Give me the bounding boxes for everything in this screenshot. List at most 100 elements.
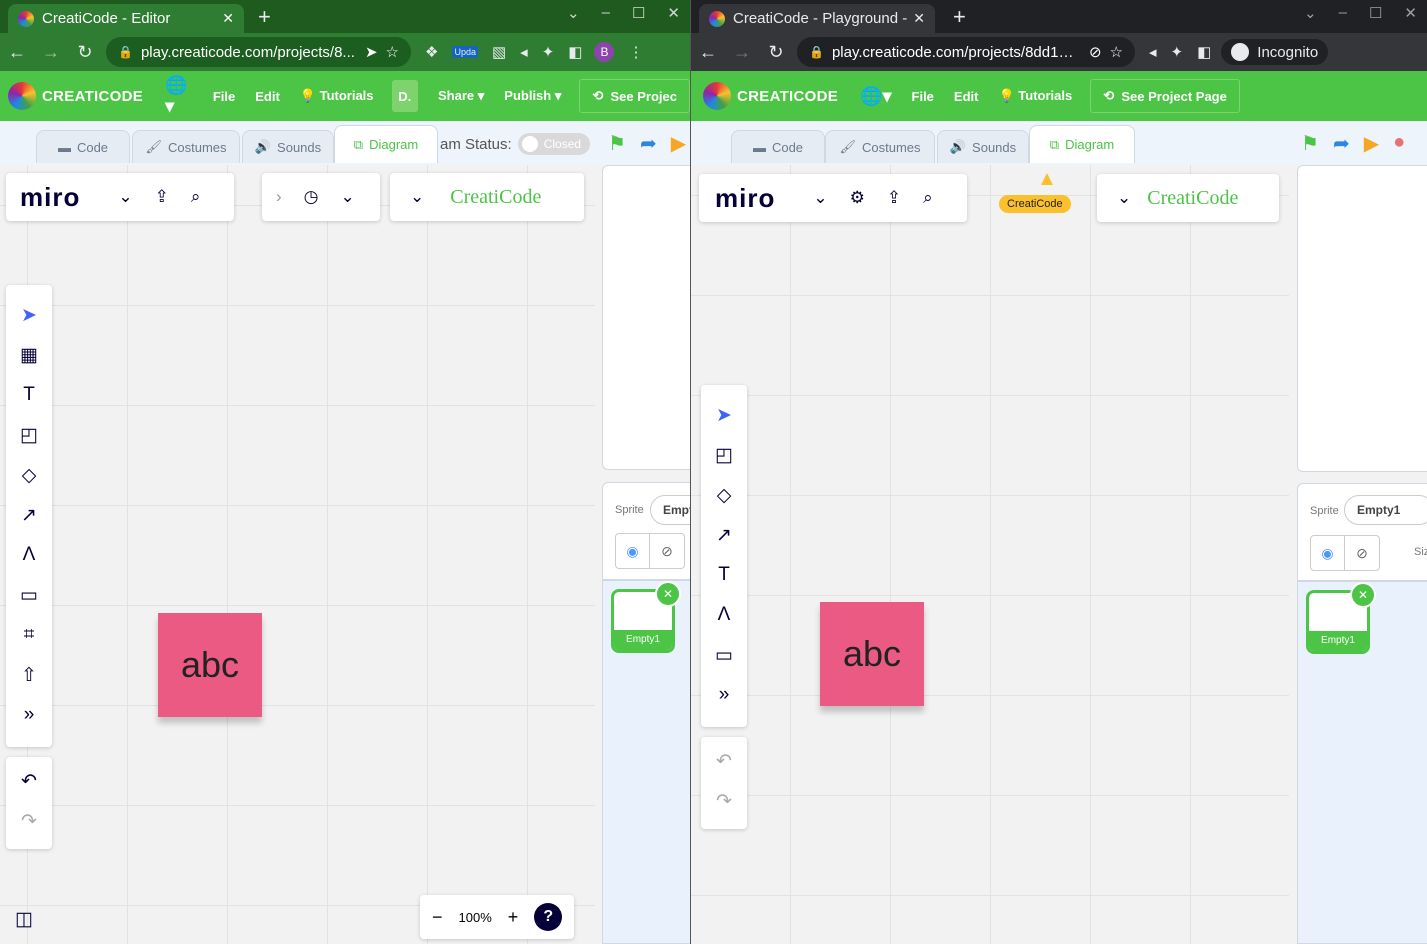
tab-diagram[interactable]: ⧉ Diagram (1029, 125, 1135, 163)
back-icon[interactable]: ← (691, 42, 725, 63)
incognito-badge[interactable]: Incognito (1221, 39, 1329, 65)
timer-icon[interactable]: ◷ (304, 187, 319, 207)
chevron-down-icon-2[interactable]: ⌄ (1117, 188, 1131, 208)
text-tool-icon[interactable]: T (704, 555, 744, 595)
board-panel-icon[interactable]: ◫ (4, 899, 44, 939)
green-flag-icon[interactable]: ⚑ (1301, 131, 1319, 156)
search-icon[interactable]: ⌕ (923, 188, 933, 208)
text-tool-icon[interactable]: T (9, 375, 49, 415)
comment-icon[interactable]: ▭ (9, 575, 49, 615)
extension-icon-2[interactable]: ▧ (492, 43, 506, 61)
back-icon[interactable]: ← (0, 42, 34, 63)
show-eye-icon[interactable]: ◉ (616, 534, 650, 568)
minimize-icon[interactable]: – (1339, 4, 1347, 22)
miro-board-canvas[interactable]: miro ⌄ ⚙ ⇪ ⌕ CreatiCode ⌄ CreatiCode ➤ ◰… (691, 165, 1289, 944)
tab-search-icon[interactable]: ⌄ (1304, 4, 1317, 22)
expand-arrow-icon[interactable]: › (276, 187, 282, 207)
side-panel-icon[interactable]: ◧ (568, 43, 582, 61)
sprite-name-input[interactable]: Empty1 (1344, 495, 1427, 525)
tutorials-button[interactable]: 💡 Tutorials (300, 88, 374, 104)
file-menu[interactable]: File (213, 89, 235, 104)
templates-icon[interactable]: ▦ (9, 335, 49, 375)
comment-icon[interactable]: ▭ (704, 635, 744, 675)
share-arrow-icon[interactable]: ➦ (640, 131, 657, 156)
delete-sprite-icon[interactable]: ✕ (1350, 582, 1376, 608)
puzzle-extensions-icon[interactable]: ✦ (1171, 43, 1184, 61)
update-extension-icon[interactable]: Upda (452, 46, 478, 58)
board-name[interactable]: CreatiCode (450, 186, 541, 209)
send-icon[interactable]: ➤ (365, 43, 378, 61)
tutorials-button[interactable]: 💡 Tutorials (998, 88, 1072, 104)
close-window-icon[interactable]: ✕ (1404, 4, 1417, 22)
language-globe-icon[interactable]: 🌐▾ (165, 75, 193, 117)
hide-eye-icon[interactable]: ⊘ (1345, 536, 1379, 570)
chevron-down-icon[interactable]: ⌄ (118, 187, 132, 207)
share-arrow-icon[interactable]: ➦ (1333, 131, 1350, 156)
close-window-icon[interactable]: ✕ (667, 4, 680, 22)
pen-icon[interactable]: Ʌ (704, 595, 744, 635)
forward-icon[interactable]: → (34, 42, 68, 63)
extension-icon-3[interactable]: ◂ (520, 43, 528, 61)
more-tools-icon[interactable]: » (704, 675, 744, 715)
file-menu[interactable]: File (912, 89, 934, 104)
user-button[interactable]: D. (391, 80, 418, 112)
frame-icon[interactable]: ⌗ (9, 615, 49, 655)
play-icon[interactable]: ▶ (1364, 131, 1379, 156)
export-icon[interactable]: ⇪ (887, 188, 901, 208)
select-cursor-icon[interactable]: ➤ (704, 395, 744, 435)
edit-menu[interactable]: Edit (954, 89, 979, 104)
tab-code[interactable]: ▬ Code (36, 130, 130, 163)
tracking-blocked-eye-icon[interactable]: ⊘ (1089, 43, 1102, 61)
share-menu[interactable]: Share ▾ (438, 88, 484, 104)
forward-icon[interactable]: → (725, 42, 759, 63)
see-project-page-button[interactable]: ⟲ See Projec (579, 79, 690, 113)
tab-costumes[interactable]: 🖌 Costumes (825, 130, 935, 163)
select-cursor-icon[interactable]: ➤ (9, 295, 49, 335)
connection-line-icon[interactable]: ↗ (704, 515, 744, 555)
sticky-note[interactable]: abc (158, 613, 262, 717)
extension-icon[interactable]: ❖ (425, 43, 438, 61)
reload-icon[interactable]: ↻ (759, 42, 793, 63)
creaticode-logo[interactable]: CREATICODE (703, 82, 838, 110)
url-field[interactable]: 🔒 play.creaticode.com/projects/8... ➤ ☆ (106, 37, 411, 67)
maximize-icon[interactable]: ☐ (1369, 4, 1382, 22)
browser-tab-playground[interactable]: CreatiCode - Playground - ✕ (699, 4, 935, 33)
close-tab-icon[interactable]: ✕ (913, 10, 925, 27)
help-icon[interactable]: ? (534, 903, 563, 931)
close-tab-icon[interactable]: ✕ (222, 10, 234, 27)
chevron-down-icon-2[interactable]: ⌄ (341, 187, 355, 207)
sprite-name-input[interactable]: Empty (650, 495, 690, 525)
creaticode-logo[interactable]: CREATICODE (8, 82, 143, 110)
puzzle-extensions-icon[interactable]: ✦ (542, 43, 555, 61)
redo-icon[interactable]: ↷ (704, 781, 744, 821)
pen-icon[interactable]: Ʌ (9, 535, 49, 575)
search-icon[interactable]: ⌕ (191, 187, 201, 207)
language-globe-icon[interactable]: 🌐▾ (860, 86, 891, 107)
publish-menu[interactable]: Publish ▾ (504, 88, 561, 104)
undo-icon[interactable]: ↶ (704, 741, 744, 781)
new-tab-icon[interactable]: + (953, 4, 966, 30)
play-icon[interactable]: ▶ (671, 131, 686, 156)
shapes-icon[interactable]: ◇ (704, 475, 744, 515)
tab-sounds[interactable]: 🔊 Sounds (242, 130, 334, 163)
tab-search-icon[interactable]: ⌄ (567, 4, 580, 22)
connection-line-icon[interactable]: ↗ (9, 495, 49, 535)
more-menu-icon[interactable]: ⋮ (628, 43, 643, 61)
undo-icon[interactable]: ↶ (9, 761, 49, 801)
tab-costumes[interactable]: 🖌 Costumes (132, 130, 240, 163)
edit-menu[interactable]: Edit (255, 89, 280, 104)
board-name[interactable]: CreatiCode (1147, 187, 1238, 210)
minimize-icon[interactable]: – (602, 4, 610, 22)
chevron-down-icon-3[interactable]: ⌄ (410, 187, 424, 207)
stage-area[interactable] (1297, 165, 1427, 472)
shapes-icon[interactable]: ◇ (9, 455, 49, 495)
chevron-down-icon[interactable]: ⌄ (813, 188, 827, 208)
team-status-toggle[interactable]: Closed (517, 133, 590, 155)
bookmark-star-icon[interactable]: ☆ (386, 43, 399, 61)
tab-code[interactable]: ▬ Code (731, 130, 825, 163)
new-tab-icon[interactable]: + (258, 4, 271, 30)
export-icon[interactable]: ⇪ (155, 187, 169, 207)
sticky-note[interactable]: abc (820, 602, 924, 706)
extension-icon[interactable]: ◂ (1149, 43, 1157, 61)
stage-area[interactable] (602, 165, 690, 470)
